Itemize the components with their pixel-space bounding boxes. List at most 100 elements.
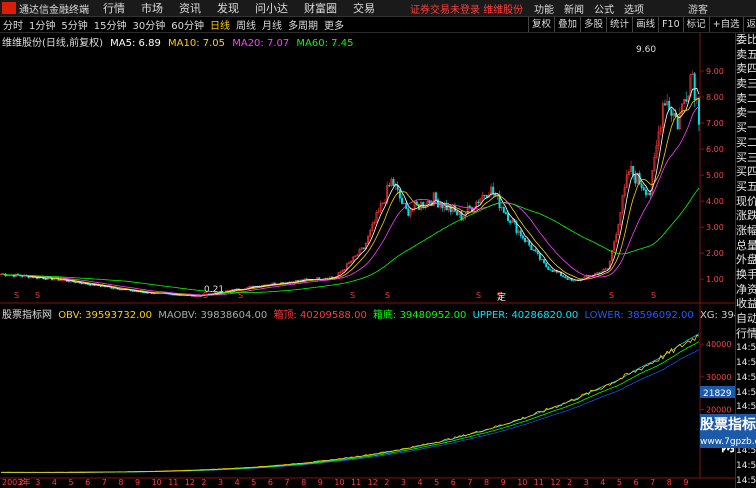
candle-body	[534, 249, 537, 252]
panel-item: 涨幅	[736, 223, 756, 237]
price-tick-label: 7.00	[706, 119, 724, 128]
panel-item: 总量	[736, 238, 756, 252]
panel-item: 14:50	[736, 475, 756, 486]
candle-body	[133, 290, 136, 292]
candle-body	[640, 183, 643, 188]
price-tick-label: 1.00	[706, 275, 724, 284]
panel-item: 买二	[736, 135, 756, 149]
candle-body	[697, 97, 700, 125]
upper-line	[1, 333, 700, 473]
candle-body	[44, 278, 47, 280]
x-tick-label: 5	[251, 478, 256, 487]
candle-body	[519, 230, 522, 237]
candle-body	[6, 275, 9, 277]
ding-mark: 定	[497, 291, 506, 303]
panel-item: 卖二	[736, 91, 756, 105]
x-tick-label: 8	[484, 478, 489, 487]
candle-body	[87, 283, 90, 285]
candle-body	[536, 250, 539, 254]
x-tick-label: 11	[168, 478, 178, 487]
x-tick-label: 7	[650, 478, 655, 487]
low-label: 0.21	[204, 285, 224, 295]
candle-body	[118, 289, 121, 291]
x-tick-label: 8	[118, 478, 123, 487]
candle-body	[99, 285, 102, 287]
panel-item: 净资	[736, 282, 756, 296]
panel-item: 14:50	[736, 358, 756, 369]
candle-body	[524, 237, 526, 242]
candle-body	[456, 211, 459, 216]
candle-body	[564, 276, 567, 279]
high-label: 9.60	[636, 45, 656, 55]
value-box-text: 21829	[703, 389, 732, 399]
x-tick-label: 4	[52, 478, 57, 487]
x-tick-label: 4	[417, 478, 422, 487]
candle-body	[131, 290, 134, 292]
candle-body	[549, 269, 552, 271]
price-tick-label: 9.00	[706, 67, 724, 76]
ma5-line	[1, 87, 700, 297]
x-tick-label: 11	[534, 478, 544, 487]
x-tick-label: 3	[35, 478, 40, 487]
price-chart-canvas[interactable]: S S S S S S S S SS 9.008.007.006.005.004.003.002…	[0, 0, 735, 487]
candle-body	[634, 175, 637, 184]
event-mark: S	[35, 291, 40, 300]
panel-item: 卖三	[736, 77, 756, 91]
candle-body	[330, 276, 333, 278]
x-tick-label: 8	[667, 478, 672, 487]
x-tick-label: 10	[334, 478, 344, 487]
tool-back[interactable]: 返回	[742, 17, 756, 32]
x-tick-label: 7	[285, 478, 290, 487]
x-tick-label: 5	[434, 478, 439, 487]
candle-body	[598, 272, 601, 274]
x-tick-label: 7	[467, 478, 472, 487]
candle-body	[483, 194, 486, 197]
panel-item: 14:50	[736, 372, 756, 383]
candle-body	[146, 292, 149, 294]
x-tick-label: 3	[584, 478, 589, 487]
panel-item: 卖五	[736, 47, 756, 61]
candle-body	[644, 189, 647, 196]
event-mark: S	[350, 291, 355, 300]
candle-body	[532, 249, 535, 251]
candle-body	[434, 192, 437, 200]
panel-item: 14:50	[736, 460, 756, 471]
candle-body	[297, 280, 300, 282]
candle-body	[632, 165, 635, 176]
x-tick-label: 4	[235, 478, 240, 487]
x-tick-label: 6	[268, 478, 273, 487]
x-tick-label: 12	[368, 478, 378, 487]
x-tick-label: 7	[102, 478, 107, 487]
candle-body	[649, 192, 652, 196]
price-tick-label: 4.00	[706, 197, 724, 206]
obv-line	[1, 334, 700, 473]
event-mark: S	[238, 291, 243, 300]
candle-body	[494, 193, 497, 197]
candle-body	[21, 275, 24, 277]
candle-body	[407, 208, 410, 216]
panel-item: 买四	[736, 165, 756, 179]
candle-body	[521, 235, 524, 239]
x-tick-label: 6	[451, 478, 456, 487]
candle-body	[441, 203, 444, 209]
candle-body	[89, 284, 92, 286]
ind-tick-label: 30000	[706, 373, 731, 382]
candle-body	[152, 293, 155, 295]
event-mark: S	[14, 291, 19, 300]
x-tick-label: 6	[85, 478, 90, 487]
x-tick-label: 10	[517, 478, 527, 487]
panel-item: 14:50	[736, 343, 756, 354]
event-mark: S	[476, 291, 481, 300]
panel-item: 14:50	[736, 387, 756, 398]
x-tick-label: 8	[301, 478, 306, 487]
candle-body	[502, 207, 505, 213]
panel-item: 现价	[736, 194, 756, 208]
candle-body	[428, 200, 431, 204]
candle-body	[468, 205, 471, 208]
x-tick-label: 3	[401, 478, 406, 487]
x-tick-label: 9	[501, 478, 506, 487]
panel-item: 卖一	[736, 106, 756, 120]
x-tick-label: 3	[218, 478, 223, 487]
x-tick-label: 2	[19, 478, 24, 487]
candle-body	[507, 213, 510, 221]
